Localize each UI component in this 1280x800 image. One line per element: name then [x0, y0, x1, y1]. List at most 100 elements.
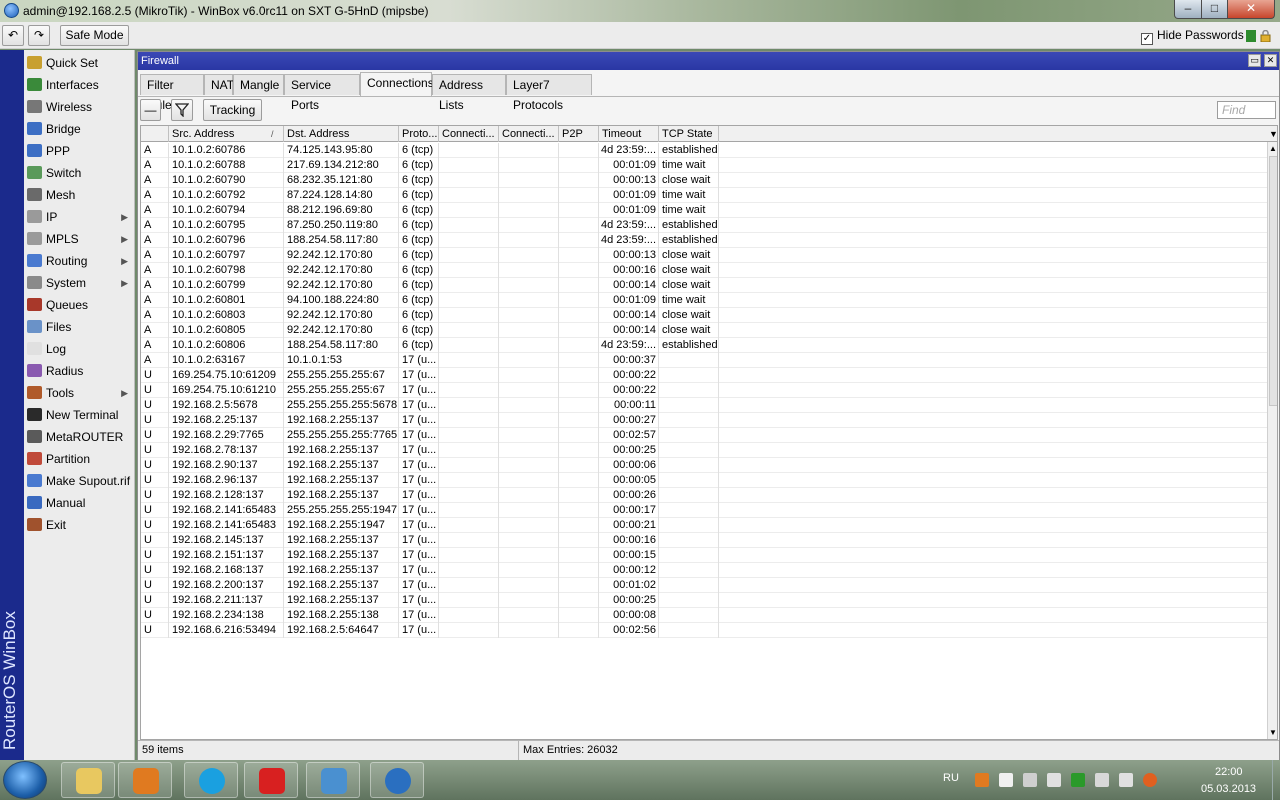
column-header-tcp-state[interactable]: TCP State — [659, 126, 719, 142]
tab-connections[interactable]: Connections — [360, 72, 434, 96]
language-indicator[interactable]: RU — [943, 772, 959, 784]
column-header-dst-address[interactable]: Dst. Address — [284, 126, 399, 142]
scroll-down-icon[interactable]: ▼ — [1269, 728, 1277, 737]
sidebar-item-queues[interactable]: Queues — [24, 294, 135, 316]
clock-time[interactable]: 22:00 — [1215, 766, 1243, 778]
table-row[interactable]: A 10.1.0.2:60792 87.224.128.14:80 6 (tcp) 00… — [141, 188, 1267, 203]
start-button[interactable] — [3, 761, 47, 799]
table-row[interactable]: U 192.168.6.216:53494 192.168.2.5:64647 17 … — [141, 623, 1267, 638]
table-row[interactable]: U 192.168.2.128:137 192.168.2.255:137 17 (u… — [141, 488, 1267, 503]
filter-button[interactable] — [171, 99, 193, 121]
sidebar-item-routing[interactable]: Routing ▶ — [24, 250, 135, 272]
table-row[interactable]: A 10.1.0.2:60796 188.254.58.117:80 6 (tcp) 4… — [141, 233, 1267, 248]
column-header-timeout[interactable]: Timeout — [599, 126, 659, 142]
show-desktop-button[interactable] — [1272, 760, 1280, 800]
vertical-scrollbar[interactable]: ▲ ▼ — [1267, 142, 1277, 739]
table-row[interactable]: U 192.168.2.211:137 192.168.2.255:137 17 (u… — [141, 593, 1267, 608]
table-row[interactable]: U 192.168.2.234:138 192.168.2.255:138 17 (u… — [141, 608, 1267, 623]
printer-icon[interactable] — [1095, 773, 1109, 787]
undo-button[interactable]: ↶ — [2, 25, 24, 46]
tab-nat[interactable]: NAT — [204, 74, 234, 95]
clock-date[interactable]: 05.03.2013 — [1201, 783, 1256, 795]
table-row[interactable]: A 10.1.0.2:60788 217.69.134.212:80 6 (tcp) 0… — [141, 158, 1267, 173]
sidebar-item-exit[interactable]: Exit — [24, 514, 135, 536]
column-header-src-address[interactable]: Src. Address — [169, 126, 284, 142]
table-row[interactable]: A 10.1.0.2:60797 92.242.12.170:80 6 (tcp) 00… — [141, 248, 1267, 263]
table-row[interactable]: U 192.168.2.78:137 192.168.2.255:137 17 (u.… — [141, 443, 1267, 458]
sidebar-item-mpls[interactable]: MPLS ▶ — [24, 228, 135, 250]
sidebar-item-interfaces[interactable]: Interfaces — [24, 74, 135, 96]
column-header-connecti-[interactable]: Connecti... — [499, 126, 559, 142]
tracking-button[interactable]: Tracking — [203, 99, 262, 121]
tab-service-ports[interactable]: Service Ports — [284, 74, 360, 112]
table-row[interactable]: A 10.1.0.2:60799 92.242.12.170:80 6 (tcp) 00… — [141, 278, 1267, 293]
sidebar-item-ip[interactable]: IP ▶ — [24, 206, 135, 228]
window-titlebar[interactable]: admin@192.168.2.5 (MikroTik) - WinBox v6… — [0, 0, 1280, 22]
sidebar-item-bridge[interactable]: Bridge — [24, 118, 135, 140]
table-row[interactable]: A 10.1.0.2:60805 92.242.12.170:80 6 (tcp) 00… — [141, 323, 1267, 338]
flag-icon[interactable] — [1071, 773, 1085, 787]
sidebar-item-metarouter[interactable]: MetaROUTER — [24, 426, 135, 448]
restore-window-button[interactable]: ▭ — [1248, 54, 1261, 67]
scroll-up-icon[interactable]: ▲ — [1269, 144, 1277, 153]
safe-mode-button[interactable]: Safe Mode — [60, 25, 129, 46]
column-header-p2p[interactable]: P2P — [559, 126, 599, 142]
table-row[interactable]: U 192.168.2.200:137 192.168.2.255:137 17 (u… — [141, 578, 1267, 593]
sidebar-item-make-supout-rif[interactable]: Make Supout.rif — [24, 470, 135, 492]
table-row[interactable]: U 192.168.2.151:137 192.168.2.255:137 17 (u… — [141, 548, 1267, 563]
table-row[interactable]: U 192.168.2.29:7765 255.255.255.255:7765 17… — [141, 428, 1267, 443]
minimize-button[interactable]: – — [1174, 0, 1202, 19]
table-row[interactable]: A 10.1.0.2:60801 94.100.188.224:80 6 (tcp) 0… — [141, 293, 1267, 308]
antivirus-icon[interactable] — [1143, 773, 1157, 787]
tab-layer7-protocols[interactable]: Layer7 Protocols — [506, 74, 592, 112]
find-input[interactable]: Find — [1217, 101, 1276, 119]
column-header-proto-[interactable]: Proto... — [399, 126, 439, 142]
remove-button[interactable]: — — [140, 99, 161, 121]
table-row[interactable]: U 192.168.2.90:137 192.168.2.255:137 17 (u.… — [141, 458, 1267, 473]
hide-passwords-checkbox[interactable]: ✓ Hide Passwords — [1141, 28, 1244, 45]
table-row[interactable]: A 10.1.0.2:60795 87.250.250.119:80 6 (tcp) 4… — [141, 218, 1267, 233]
sidebar-item-log[interactable]: Log — [24, 338, 135, 360]
wifi-icon[interactable] — [1119, 773, 1133, 787]
column-header-connecti-[interactable]: Connecti... — [439, 126, 499, 142]
sidebar-item-tools[interactable]: Tools ▶ — [24, 382, 135, 404]
sidebar-item-new-terminal[interactable]: New Terminal — [24, 404, 135, 426]
skype-app[interactable] — [184, 762, 238, 798]
tab-filter-rules[interactable]: Filter Rules — [140, 74, 204, 112]
table-row[interactable]: A 10.1.0.2:60790 68.232.35.121:80 6 (tcp) 00… — [141, 173, 1267, 188]
table-row[interactable]: A 10.1.0.2:60798 92.242.12.170:80 6 (tcp) 00… — [141, 263, 1267, 278]
table-row[interactable]: U 169.254.75.10:61210 255.255.255.255:67 17… — [141, 383, 1267, 398]
media-player-app[interactable] — [118, 762, 172, 798]
network-icon[interactable] — [1047, 773, 1061, 787]
sidebar-item-system[interactable]: System ▶ — [24, 272, 135, 294]
column-menu-button[interactable]: ▼ — [1268, 126, 1277, 142]
table-row[interactable]: A 10.1.0.2:60806 188.254.58.117:80 6 (tcp) 4… — [141, 338, 1267, 353]
close-window-button[interactable]: ✕ — [1264, 54, 1277, 67]
winbox-app[interactable] — [370, 762, 424, 798]
control-panel-app[interactable] — [306, 762, 360, 798]
firewall-titlebar[interactable]: Firewall ▭ ✕ — [138, 52, 1279, 70]
table-row[interactable]: U 192.168.2.141:65483 255.255.255.255:1947… — [141, 503, 1267, 518]
sidebar-item-radius[interactable]: Radius — [24, 360, 135, 382]
table-row[interactable]: A 10.1.0.2:60803 92.242.12.170:80 6 (tcp) 00… — [141, 308, 1267, 323]
volume-icon[interactable] — [999, 773, 1013, 787]
sidebar-item-ppp[interactable]: PPP — [24, 140, 135, 162]
tab-mangle[interactable]: Mangle — [233, 74, 284, 95]
table-row[interactable]: U 192.168.2.145:137 192.168.2.255:137 17 (u… — [141, 533, 1267, 548]
column-header-flag[interactable] — [141, 126, 169, 142]
table-row[interactable]: U 192.168.2.168:137 192.168.2.255:137 17 (u… — [141, 563, 1267, 578]
tray-app-icon[interactable] — [975, 773, 989, 787]
sidebar-item-wireless[interactable]: Wireless — [24, 96, 135, 118]
sidebar-item-switch[interactable]: Switch — [24, 162, 135, 184]
table-row[interactable]: A 10.1.0.2:60786 74.125.143.95:80 6 (tcp) 4d… — [141, 143, 1267, 158]
sidebar-item-mesh[interactable]: Mesh — [24, 184, 135, 206]
table-row[interactable]: U 192.168.2.96:137 192.168.2.255:137 17 (u.… — [141, 473, 1267, 488]
scrollbar-thumb[interactable] — [1269, 156, 1277, 406]
close-button[interactable]: ✕ — [1227, 0, 1275, 19]
redo-button[interactable]: ↷ — [28, 25, 50, 46]
table-row[interactable]: U 192.168.2.25:137 192.168.2.255:137 17 (u.… — [141, 413, 1267, 428]
explorer-app[interactable] — [61, 762, 115, 798]
tab-address-lists[interactable]: Address Lists — [432, 74, 506, 112]
table-row[interactable]: A 10.1.0.2:63167 10.1.0.1:53 17 (u... 00:00:… — [141, 353, 1267, 368]
maximize-button[interactable]: □ — [1201, 0, 1228, 19]
